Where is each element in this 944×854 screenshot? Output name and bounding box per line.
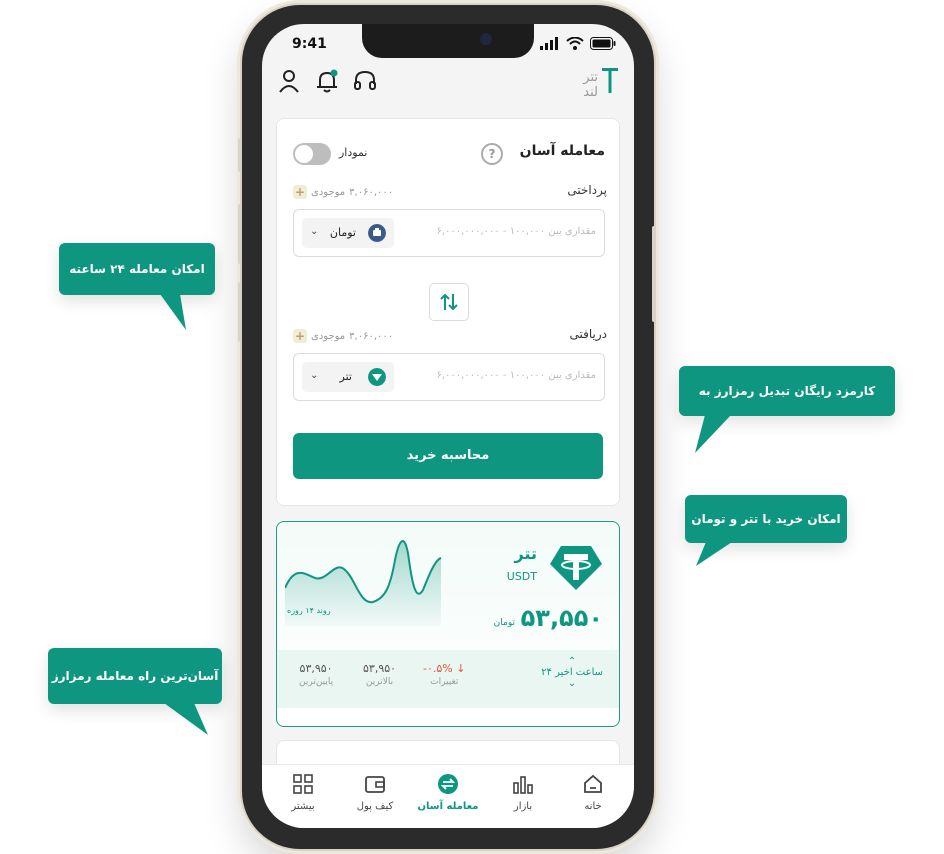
nav-item-more[interactable]: بیشتر	[268, 773, 338, 812]
tether-symbol: USDT	[506, 570, 537, 583]
nav-label-easy-trade: معامله آسان	[417, 801, 479, 812]
easy-trade-title: معامله آسان	[519, 143, 605, 159]
pay-amount-placeholder: مقداری بین ۱۰۰,۰۰۰ - ۶,۰۰۰,۰۰۰,۰۰۰	[436, 226, 597, 237]
receive-amount-placeholder: مقداری بین ۱۰۰,۰۰۰ - ۶,۰۰۰,۰۰۰,۰۰۰	[436, 370, 597, 381]
grid-icon	[293, 774, 313, 794]
low-stat: ۵۳,۹۵۰ پایین‌ترین	[299, 662, 333, 687]
help-icon[interactable]: ?	[481, 143, 503, 165]
signal-icon	[540, 37, 558, 50]
receive-amount-input[interactable]: مقداری بین ۱۰۰,۰۰۰ - ۶,۰۰۰,۰۰۰,۰۰۰ تتر ⌄	[293, 353, 605, 401]
camera-icon	[480, 33, 492, 45]
receive-balance-value: ۳,۰۶۰,۰۰۰	[349, 330, 394, 342]
calculate-buy-button[interactable]: محاسبه خرید	[293, 433, 603, 479]
pay-label: پرداختی	[567, 183, 607, 197]
pay-balance-label: موجودی	[311, 186, 346, 198]
toggle-knob	[295, 145, 313, 163]
pay-amount-input[interactable]: مقداری بین ۱۰۰,۰۰۰ - ۶,۰۰۰,۰۰۰,۰۰۰ تومان…	[293, 209, 605, 257]
low-label: پایین‌ترین	[299, 677, 334, 687]
chevron-up-icon: ⌃	[567, 656, 577, 667]
toman-wallet-icon	[368, 224, 386, 242]
notch	[362, 24, 534, 58]
market-chart-icon	[513, 776, 533, 794]
pay-balance: ۳,۰۶۰,۰۰۰ موجودی +	[293, 185, 393, 199]
chevron-down-icon: ⌄	[567, 678, 577, 689]
chart-toggle[interactable]	[293, 143, 331, 165]
swap-circle-icon	[438, 774, 458, 794]
support-headset-icon[interactable]	[352, 68, 378, 94]
phone-power-button	[652, 226, 656, 322]
tooltip-free-fee: کارمزد رایگان تبدیل رمزارز به رمزارز	[679, 366, 895, 448]
brand-logo: تتر لند	[544, 68, 620, 100]
home-icon	[584, 774, 602, 793]
change-label: تغییرات	[430, 677, 459, 687]
tooltip-tail	[695, 415, 731, 453]
pay-coin-name: تومان	[329, 226, 356, 239]
bottom-nav: خانه بازار معامله آسان کیف پول بیشتر	[262, 764, 634, 828]
top-bar: تتر لند	[262, 64, 634, 108]
tether-name: تتر	[514, 544, 538, 563]
period-selector[interactable]: ⌃ ۲۴ ساعت اخیر ⌄	[541, 656, 603, 689]
add-pay-balance-icon[interactable]: +	[293, 185, 307, 199]
nav-item-easy-trade[interactable]: معامله آسان	[410, 773, 486, 812]
chevron-down-icon: ⌄	[310, 370, 319, 381]
tether-logo-icon	[550, 546, 602, 590]
receive-label: دریافتی	[569, 327, 608, 341]
nav-item-home[interactable]: خانه	[558, 773, 628, 812]
user-profile-icon[interactable]	[276, 68, 302, 94]
nav-item-wallet[interactable]: کیف پول	[340, 773, 410, 812]
battery-icon	[590, 37, 616, 50]
nav-label-wallet: کیف پول	[356, 801, 394, 812]
tether-stats-row: ⌃ ۲۴ ساعت اخیر ⌄ -۰.۵% ↓ تغییرات ۵۳,۹۵۰ …	[277, 650, 619, 708]
tooltip-24h-trading: امکان معامله ۲۴ ساعته	[59, 243, 215, 295]
trend-label: روند ۱۴ روزه	[287, 606, 331, 615]
tether-price: ۵۳,۵۵۰	[520, 604, 603, 632]
change-stat: -۰.۵% ↓ تغییرات	[423, 662, 465, 687]
pay-balance-value: ۳,۰۶۰,۰۰۰	[349, 186, 394, 198]
status-icons	[540, 37, 616, 50]
tether-price-card[interactable]: تتر USDT ۵۳,۵۵۰ تومان روند ۱۴ روزه ⌃ ۲۴ …	[276, 521, 620, 727]
app-screen: 9:41 تتر لند معامله آسان ? نمودار پرداخت…	[262, 24, 634, 828]
phone-volume-up	[238, 204, 242, 264]
receive-balance: ۳,۰۶۰,۰۰۰ موجودی +	[293, 329, 393, 343]
chart-toggle-label: نمودار	[339, 146, 368, 159]
tooltip-tail	[696, 542, 732, 566]
swap-arrows-icon	[440, 293, 458, 311]
logo-text-bottom: لند	[583, 85, 598, 98]
down-arrow-icon: ↓	[456, 662, 466, 675]
high-label: بالاترین	[365, 677, 394, 687]
wallet-icon	[365, 776, 385, 793]
logo-text-top: تتر	[582, 70, 598, 85]
nav-label-home: خانه	[584, 801, 602, 812]
receive-coin-select[interactable]: تتر ⌄	[302, 362, 394, 392]
nav-item-market[interactable]: بازار	[488, 773, 558, 812]
notification-bell-icon[interactable]	[314, 68, 340, 94]
tether-coin-icon	[368, 368, 386, 386]
phone-volume-down	[238, 282, 242, 342]
add-receive-balance-icon[interactable]: +	[293, 329, 307, 343]
chevron-down-icon: ⌄	[310, 226, 319, 237]
tooltip-tail	[164, 703, 208, 735]
receive-balance-label: موجودی	[311, 330, 346, 342]
phone-mute-switch	[238, 138, 242, 172]
low-value: ۵۳,۹۵۰	[299, 662, 333, 675]
easy-trade-card: معامله آسان ? نمودار پرداختی ۳,۰۶۰,۰۰۰ م…	[276, 118, 620, 506]
tether-price-unit: تومان	[493, 618, 515, 628]
nav-label-market: بازار	[513, 801, 533, 812]
nav-label-more: بیشتر	[291, 801, 315, 812]
swap-direction-button[interactable]	[429, 283, 469, 321]
high-value: ۵۳,۹۵۰	[363, 662, 397, 675]
period-label: ۲۴ ساعت اخیر	[541, 667, 603, 678]
status-time: 9:41	[292, 36, 327, 52]
tooltip-buy-options: امکان خرید با تتر و تومان	[685, 495, 847, 543]
high-stat: ۵۳,۹۵۰ بالاترین	[363, 662, 396, 687]
wifi-icon	[566, 37, 584, 50]
pay-coin-select[interactable]: تومان ⌄	[302, 218, 394, 248]
change-value: -۰.۵%	[423, 662, 453, 675]
tooltip-easiest-way: آسان‌ترین راه معامله رمزارز	[48, 648, 222, 704]
receive-coin-name: تتر	[339, 370, 352, 383]
tooltip-tail	[160, 294, 186, 330]
